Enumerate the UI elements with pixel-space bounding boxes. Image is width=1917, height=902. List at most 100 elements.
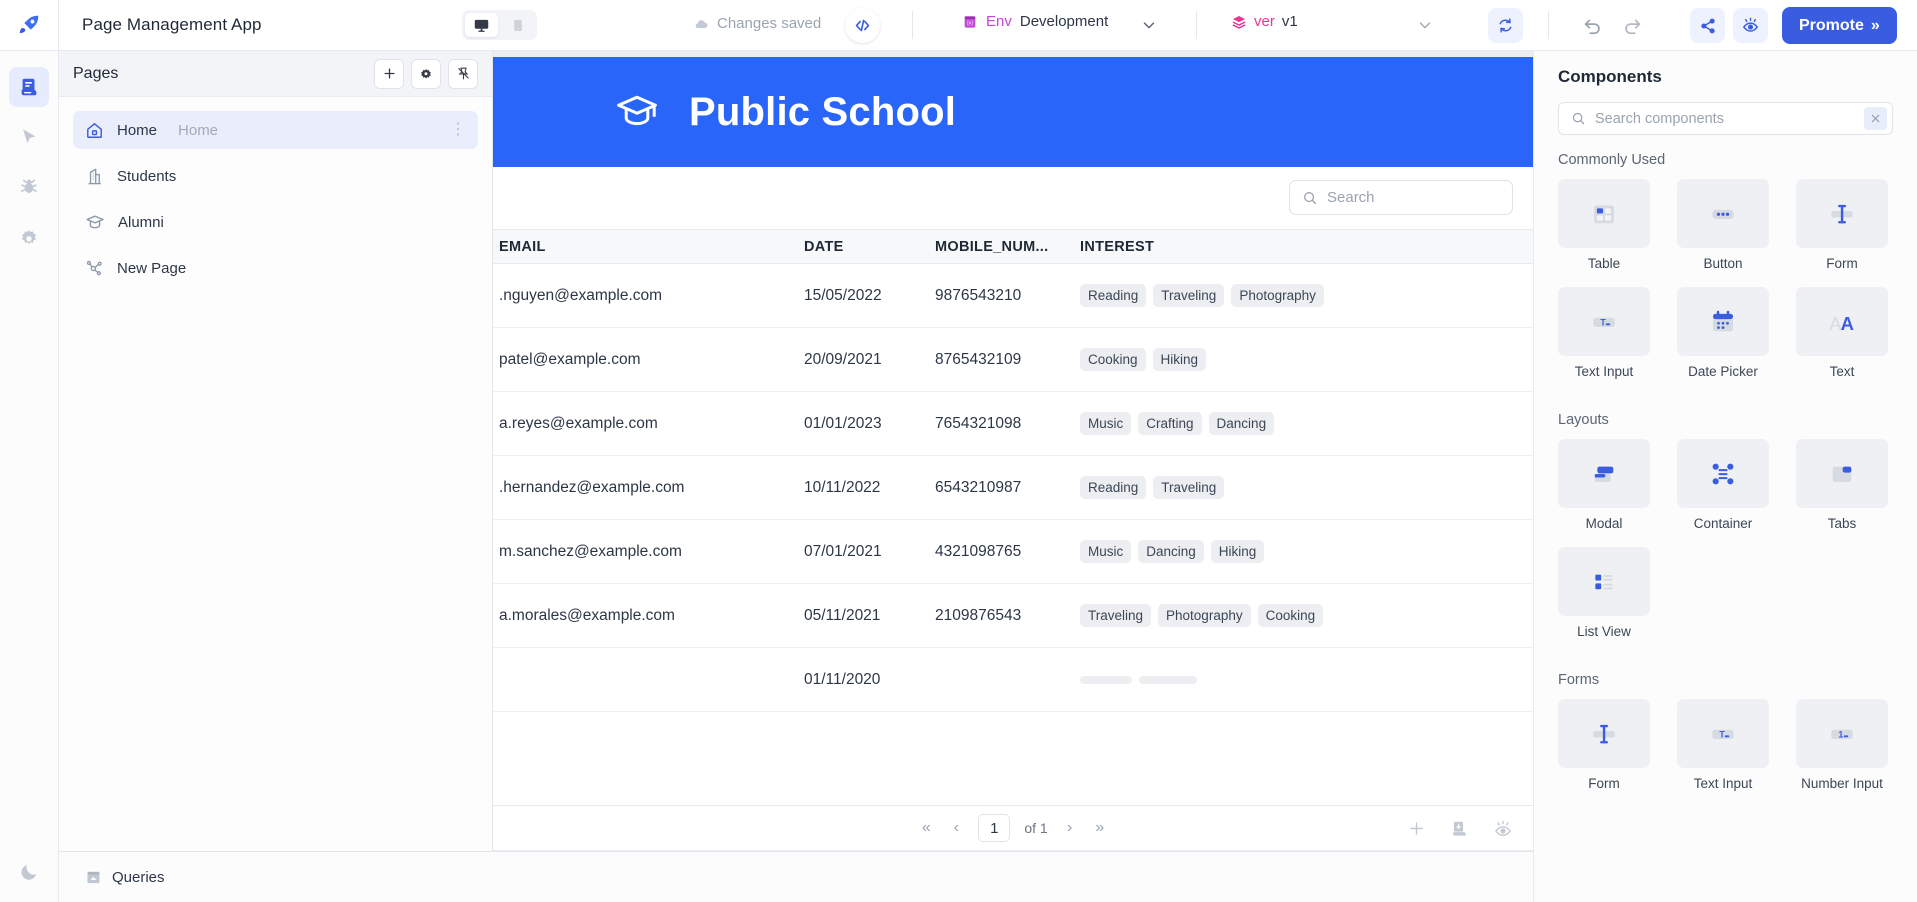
page-number-input[interactable]: 1	[978, 814, 1011, 842]
sidebar-item-home[interactable]: Home Home ⋮	[73, 111, 478, 149]
cursor-inspector-icon	[23, 129, 36, 144]
component-grid-forms: Form T Text Input 1 Number Input	[1558, 699, 1893, 807]
moon-icon	[20, 864, 36, 880]
eye-icon[interactable]	[1493, 819, 1513, 839]
interest-tag: Crafting	[1138, 412, 1202, 435]
share-button[interactable]	[1690, 8, 1725, 43]
component-group-label: Layouts	[1558, 412, 1609, 428]
share-icon	[1700, 18, 1715, 33]
component-label: Date Picker	[1688, 364, 1758, 379]
component-tile	[1558, 439, 1650, 508]
redo-button[interactable]	[1621, 14, 1643, 36]
version-selector[interactable]: ver v1	[1231, 13, 1298, 30]
column-header-mobile[interactable]: MOBILE_NUM...	[929, 229, 1074, 264]
component-form-2[interactable]: Form	[1558, 699, 1650, 807]
component-number-input[interactable]: 1 Number Input	[1796, 699, 1888, 807]
cell-interest: Music Crafting Dancing	[1074, 391, 1533, 456]
form-icon	[1831, 204, 1853, 223]
component-list-view[interactable]: List View	[1558, 547, 1650, 655]
desktop-view-button[interactable]	[465, 13, 498, 37]
sidebar-item-alumni[interactable]: Alumni	[73, 203, 478, 241]
rail-item-settings[interactable]	[9, 217, 49, 257]
page-label: Students	[117, 167, 177, 185]
device-preview-toggle[interactable]	[462, 10, 537, 40]
component-date-picker[interactable]: Date Picker	[1677, 287, 1769, 395]
redo-icon	[1625, 19, 1641, 35]
theme-toggle-button[interactable]	[14, 856, 44, 886]
code-view-button[interactable]	[845, 8, 880, 43]
component-label: List View	[1577, 624, 1631, 639]
interest-tag	[1139, 675, 1197, 684]
pages-settings-button[interactable]	[411, 58, 441, 89]
table-search-input[interactable]	[1327, 189, 1487, 206]
cell-mobile: 7654321098	[929, 391, 1074, 456]
cell-date: 15/05/2022	[798, 263, 929, 328]
component-tile	[1677, 287, 1769, 356]
table-search-box[interactable]	[1289, 180, 1513, 215]
plus-icon[interactable]	[1407, 819, 1426, 838]
chevron-down-icon	[1419, 22, 1431, 29]
version-dropdown-caret[interactable]	[1416, 16, 1434, 34]
component-tabs[interactable]: Tabs	[1796, 439, 1888, 547]
students-table: EMAIL DATE MOBILE_NUM... INTEREST .nguye…	[493, 229, 1533, 712]
clear-search-button[interactable]	[1864, 107, 1887, 130]
cell-date: 07/01/2021	[798, 519, 929, 584]
pages-panel: Pages Home Home ⋮ Students Alumni New Pa…	[59, 51, 493, 851]
environment-selector[interactable]: [x] Env Development	[962, 13, 1108, 30]
component-modal[interactable]: Modal	[1558, 439, 1650, 547]
close-icon	[1871, 114, 1880, 123]
table-row[interactable]: m.sanchez@example.com 07/01/2021 4321098…	[493, 519, 1533, 584]
app-logo[interactable]	[0, 0, 59, 51]
interest-tag: Traveling	[1153, 476, 1225, 499]
table-row[interactable]: a.morales@example.com 05/11/2021 2109876…	[493, 583, 1533, 648]
rail-item-debugger[interactable]	[9, 167, 49, 207]
component-tile: T	[1677, 699, 1769, 768]
env-dropdown-caret[interactable]	[1140, 16, 1158, 34]
rail-item-inspector[interactable]	[9, 117, 49, 157]
components-search-input[interactable]	[1595, 110, 1855, 127]
component-container[interactable]: Container	[1677, 439, 1769, 547]
column-header-interest[interactable]: INTEREST	[1074, 229, 1533, 264]
component-text-input[interactable]: T Text Input	[1558, 287, 1650, 395]
number-input-icon: 1	[1831, 729, 1853, 739]
column-header-date[interactable]: DATE	[798, 229, 929, 264]
last-page-button[interactable]: »	[1092, 819, 1108, 837]
table-row[interactable]: patel@example.com 20/09/2021 8765432109 …	[493, 327, 1533, 392]
building-icon	[88, 168, 101, 184]
component-text-input-2[interactable]: T Text Input	[1677, 699, 1769, 807]
first-page-button[interactable]: «	[918, 819, 934, 837]
promote-label: Promote	[1799, 16, 1864, 34]
table-row[interactable]: a.reyes@example.com 01/01/2023 765432109…	[493, 391, 1533, 456]
components-search-box[interactable]	[1558, 102, 1893, 135]
interest-tag	[1080, 675, 1132, 684]
table-row[interactable]: .hernandez@example.com 10/11/2022 654321…	[493, 455, 1533, 520]
column-header-email[interactable]: EMAIL	[493, 229, 798, 264]
prev-page-button[interactable]: ‹	[948, 819, 964, 837]
refresh-button[interactable]	[1488, 8, 1523, 43]
component-table[interactable]: Table	[1558, 179, 1650, 287]
rail-item-pages[interactable]	[9, 67, 49, 107]
table-row[interactable]: 01/11/2020	[493, 647, 1533, 712]
download-icon[interactable]	[1450, 819, 1469, 838]
page-label: Alumni	[118, 213, 164, 231]
queries-bar[interactable]: Queries	[59, 851, 1533, 902]
components-panel: Components Commonly Used Table	[1533, 51, 1917, 902]
undo-button[interactable]	[1582, 14, 1604, 36]
pin-pages-button[interactable]	[448, 58, 478, 89]
page-overflow-menu[interactable]: ⋮	[450, 122, 466, 138]
mobile-view-button[interactable]	[501, 13, 534, 37]
rocket-icon	[19, 15, 39, 34]
component-text[interactable]: A A Text	[1796, 287, 1888, 395]
table-row[interactable]: .nguyen@example.com 15/05/2022 987654321…	[493, 263, 1533, 328]
promote-button[interactable]: Promote »	[1782, 7, 1897, 44]
desktop-icon	[474, 19, 489, 32]
sidebar-item-new-page[interactable]: New Page	[73, 249, 478, 287]
next-page-button[interactable]: ›	[1062, 819, 1078, 837]
version-label: ver	[1254, 13, 1275, 30]
component-button[interactable]: Button	[1677, 179, 1769, 287]
sidebar-item-students[interactable]: Students	[73, 157, 478, 195]
component-grid-layouts: Modal Container Tabs List View	[1558, 439, 1893, 655]
preview-button[interactable]	[1733, 8, 1768, 43]
component-form[interactable]: Form	[1796, 179, 1888, 287]
add-page-button[interactable]	[374, 58, 404, 89]
